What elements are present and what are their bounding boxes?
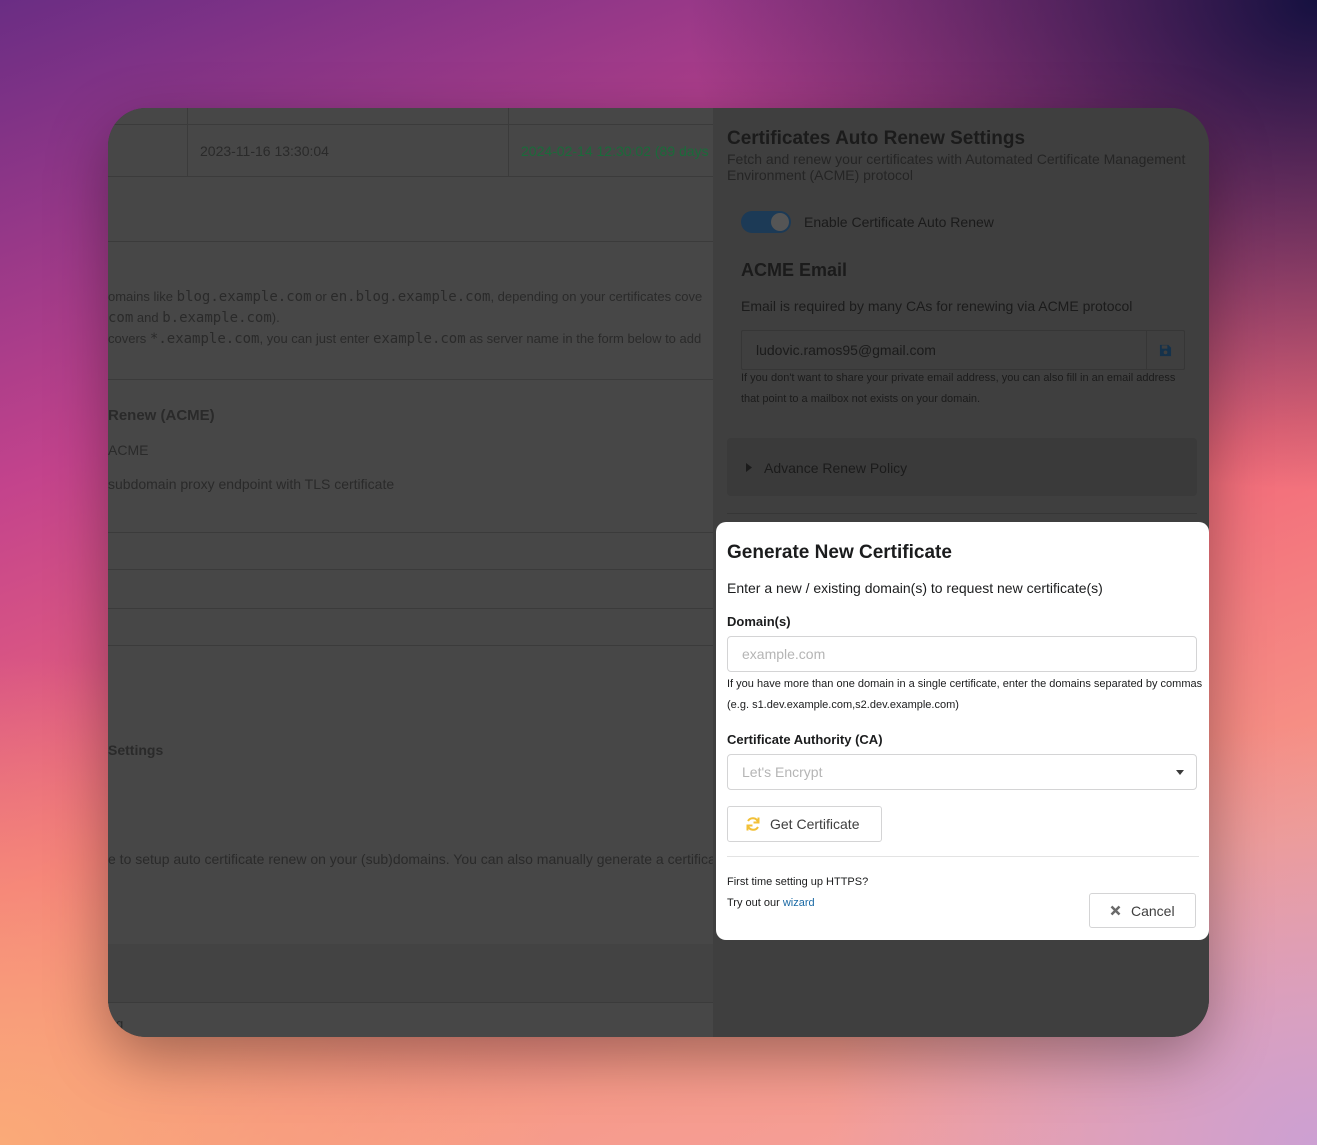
refresh-icon — [746, 817, 760, 831]
domains-hint-line-2: (e.g. s1.dev.example.com,s2.dev.example.… — [727, 699, 959, 711]
code-fragment: en.blog.example.com — [330, 289, 491, 305]
footer-bar — [108, 944, 713, 1002]
close-icon — [1110, 905, 1121, 916]
wildcard-info-line-1: omains like blog.example.com or en.blog.… — [108, 289, 702, 305]
wizard-prompt-line-1: First time setting up HTTPS? — [727, 876, 869, 888]
section-divider — [108, 379, 713, 380]
wizard-link[interactable]: wizard — [783, 897, 815, 909]
toggle-knob — [771, 213, 789, 231]
table-cell-divider — [187, 108, 188, 177]
code-fragment: com — [108, 310, 134, 326]
generate-certificate-modal: Generate New Certificate Enter a new / e… — [716, 522, 1209, 940]
settings-section-heading: Settings — [108, 742, 164, 758]
acme-section-sub: ACME — [108, 442, 149, 458]
text-fragment: , you can just enter — [259, 331, 373, 346]
row-divider — [108, 532, 713, 533]
table-row-divider — [108, 124, 713, 125]
wildcard-info-line-3: covers *.example.com, you can just enter… — [108, 331, 701, 347]
cancel-label: Cancel — [1131, 902, 1175, 919]
wizard-prompt-line-2: Try out our wizard — [727, 897, 815, 909]
modal-description: Enter a new / existing domain(s) to requ… — [727, 580, 1103, 596]
advance-renew-policy-accordion[interactable]: Advance Renew Policy — [727, 438, 1197, 496]
section-divider — [108, 241, 713, 242]
text-fragment: as server name in the form below to add — [465, 331, 702, 346]
domains-label: Domain(s) — [727, 614, 791, 629]
save-email-button[interactable] — [1146, 331, 1184, 369]
caret-right-icon — [746, 463, 752, 472]
acme-email-description: Email is required by many CAs for renewi… — [741, 298, 1133, 314]
ca-select[interactable]: Let's Encrypt — [727, 754, 1197, 790]
dropdown-icon — [1176, 770, 1184, 775]
text-fragment: omains like — [108, 289, 177, 304]
side-panel-title: Certificates Auto Renew Settings — [727, 128, 1026, 149]
row-divider — [108, 1002, 713, 1003]
row-divider — [108, 569, 713, 570]
acme-email-heading: ACME Email — [741, 260, 848, 280]
row-divider — [108, 608, 713, 609]
cert-issued-date: 2023-11-16 13:30:04 — [200, 143, 329, 159]
email-hint-line-2: that point to a mailbox not exists on yo… — [741, 393, 981, 405]
cancel-button[interactable]: Cancel — [1089, 893, 1196, 928]
text-fragment: ). — [271, 310, 280, 325]
app-window: 2023-11-16 13:30:04 2024-02-14 12:30:02 … — [108, 108, 1209, 1037]
modal-title: Generate New Certificate — [727, 542, 952, 563]
settings-section-desc: e to setup auto certificate renew on you… — [108, 851, 728, 867]
ca-selected-value: Let's Encrypt — [742, 764, 823, 780]
side-panel-subtitle-line-2: Environment (ACME) protocol — [727, 167, 913, 183]
acme-section-desc: subdomain proxy endpoint with TLS certif… — [108, 476, 395, 492]
email-hint-line-1: If you don't want to share your private … — [741, 372, 1176, 384]
domains-input[interactable]: example.com — [727, 636, 1197, 672]
divider — [727, 513, 1197, 514]
code-fragment: b.example.com — [162, 310, 272, 326]
text-fragment: and — [133, 310, 163, 325]
side-panel-subtitle-line-1: Fetch and renew your certificates with A… — [727, 151, 1186, 167]
acme-email-input[interactable]: ludovic.ramos95@gmail.com — [741, 330, 1185, 370]
wizard-prompt-prefix: Try out our — [727, 897, 783, 909]
ca-label: Certificate Authority (CA) — [727, 732, 883, 747]
auto-renew-toggle[interactable] — [741, 211, 791, 233]
domains-hint-line-1: If you have more than one domain in a si… — [727, 678, 1203, 690]
save-icon — [1159, 344, 1172, 356]
code-fragment: blog.example.com — [176, 289, 312, 305]
row-divider — [108, 645, 713, 646]
footer-partial-text: g — [116, 1016, 124, 1031]
table-cell-divider — [508, 108, 509, 177]
advance-renew-policy-label: Advance Renew Policy — [764, 460, 908, 476]
table-row-divider — [108, 176, 713, 177]
auto-renew-toggle-label: Enable Certificate Auto Renew — [804, 214, 994, 230]
get-certificate-label: Get Certificate — [770, 816, 860, 832]
get-certificate-button[interactable]: Get Certificate — [727, 806, 882, 842]
acme-email-value: ludovic.ramos95@gmail.com — [756, 342, 936, 358]
wildcard-info-line-2: com and b.example.com). — [108, 310, 280, 326]
background-page: 2023-11-16 13:30:04 2024-02-14 12:30:02 … — [108, 108, 727, 1037]
code-fragment: example.com — [372, 331, 466, 347]
domains-placeholder: example.com — [742, 646, 826, 662]
modal-divider — [727, 856, 1199, 857]
code-fragment: *.example.com — [149, 331, 260, 347]
text-fragment: , depending on your certificates cove — [490, 289, 703, 304]
acme-section-heading: Renew (ACME) — [108, 407, 215, 424]
text-fragment: or — [311, 289, 331, 304]
cert-expiry-date: 2024-02-14 12:30:02 (89 days l — [521, 143, 716, 159]
text-fragment: covers — [108, 331, 150, 346]
